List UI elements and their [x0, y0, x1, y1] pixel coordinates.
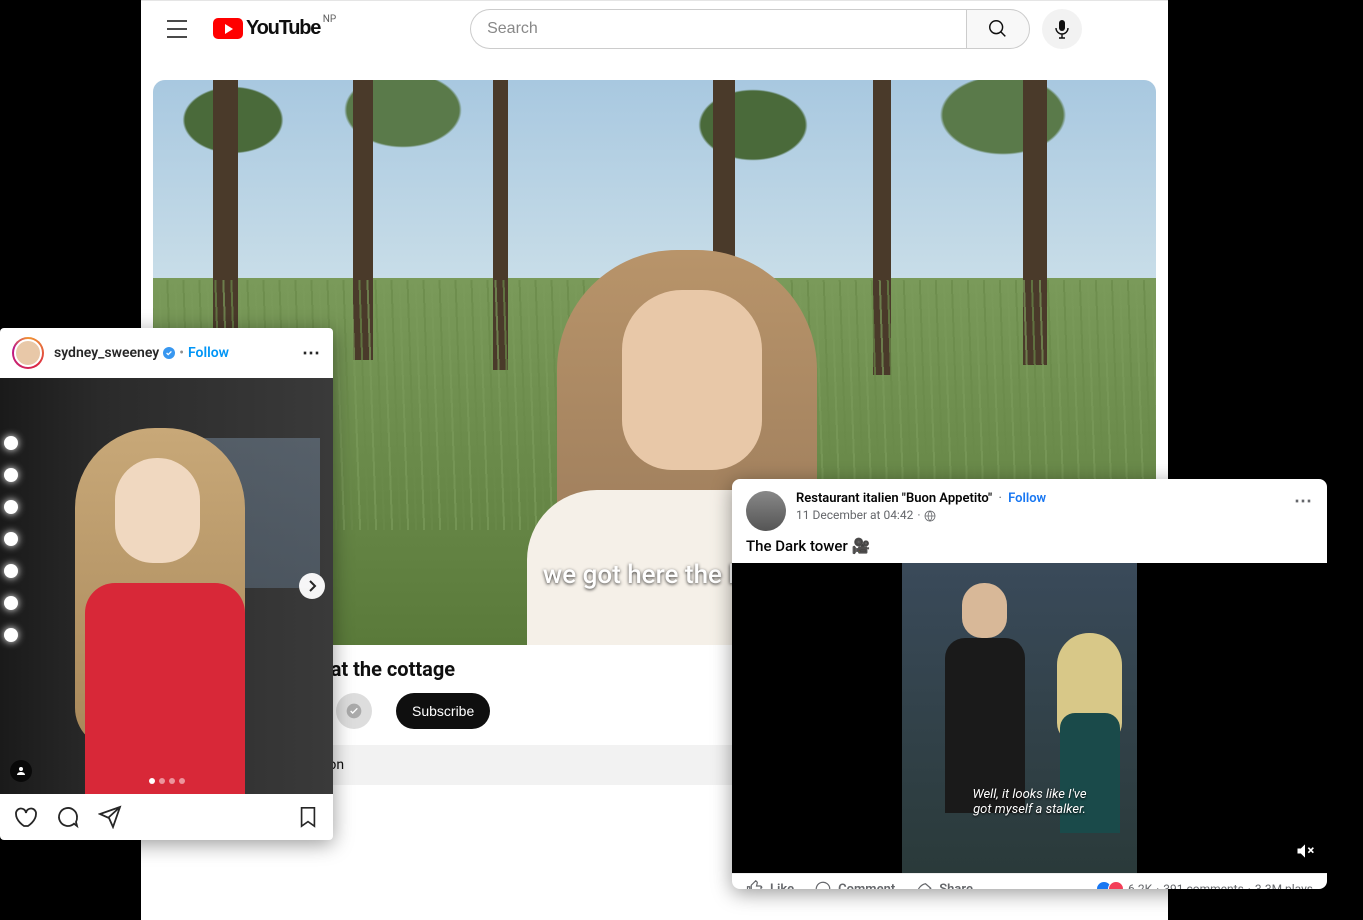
search-bar — [470, 9, 1030, 49]
facebook-header: Restaurant italien "Buon Appetito" · Fol… — [732, 479, 1327, 537]
instagram-image[interactable] — [0, 378, 333, 794]
video-frame — [902, 563, 1137, 873]
comment-label: Comment — [838, 882, 895, 890]
facebook-timestamp-row: 11 December at 04:42 · — [796, 508, 1046, 524]
facebook-action-bar: Like Comment Share 6.2K · 391 comments ·… — [732, 873, 1327, 889]
separator-dot: · — [998, 491, 1001, 506]
facebook-share-button[interactable]: Share — [915, 880, 973, 889]
tagged-people-button[interactable] — [10, 760, 32, 782]
facebook-timestamp[interactable]: 11 December at 04:42 — [796, 508, 913, 524]
comment-icon — [814, 880, 832, 889]
search-button[interactable] — [966, 9, 1030, 49]
facebook-video-player[interactable]: Well, it looks like I've got myself a st… — [732, 563, 1327, 873]
instagram-action-row — [0, 794, 333, 840]
person-icon — [15, 765, 27, 777]
chevron-right-icon — [307, 580, 317, 592]
verified-badge-icon — [163, 347, 175, 359]
hamburger-menu-button[interactable] — [157, 9, 197, 49]
separator-dot: · — [1156, 882, 1159, 889]
youtube-play-icon — [213, 18, 243, 39]
speaker-muted-icon — [1295, 841, 1315, 861]
subscribe-button[interactable]: Subscribe — [396, 693, 490, 729]
globe-icon — [924, 510, 936, 522]
facebook-stats: 6.2K · 391 comments · 3.3M plays — [1100, 881, 1313, 889]
facebook-more-button[interactable]: ⋯ — [1294, 491, 1313, 512]
instagram-avatar[interactable] — [12, 337, 44, 369]
instagram-post: sydney_sweeney • Follow ⋯ — [0, 328, 333, 840]
channel-verified-badge[interactable] — [336, 693, 372, 729]
comment-count[interactable]: 391 comments — [1163, 882, 1244, 889]
separator-dot: · — [917, 508, 920, 524]
comment-icon[interactable] — [56, 805, 80, 829]
reaction-count[interactable]: 6.2K — [1128, 882, 1152, 889]
youtube-logo[interactable]: YouTube NP — [213, 17, 320, 40]
voice-search-button[interactable] — [1042, 9, 1082, 49]
share-label: Share — [939, 882, 973, 890]
video-subtitle: Well, it looks like I've got myself a st… — [972, 787, 1086, 818]
share-icon[interactable] — [98, 805, 122, 829]
reaction-icons[interactable] — [1100, 881, 1124, 889]
instagram-more-button[interactable]: ⋯ — [302, 343, 321, 364]
instagram-header: sydney_sweeney • Follow ⋯ — [0, 328, 333, 378]
region-code: NP — [323, 14, 336, 25]
separator-dot: • — [179, 345, 184, 361]
thumbs-up-icon — [746, 880, 764, 889]
bookmark-icon[interactable] — [297, 805, 319, 829]
separator-dot: · — [1248, 882, 1251, 889]
carousel-next-button[interactable] — [299, 573, 325, 599]
share-icon — [915, 880, 933, 889]
heart-icon[interactable] — [14, 805, 38, 829]
hamburger-icon — [166, 20, 188, 38]
play-count: 3.3M plays — [1255, 882, 1313, 889]
search-input[interactable] — [470, 9, 966, 49]
search-icon — [987, 18, 1009, 40]
facebook-post: Restaurant italien "Buon Appetito" · Fol… — [732, 479, 1327, 889]
microphone-icon — [1054, 19, 1070, 39]
instagram-follow-link[interactable]: Follow — [188, 345, 229, 361]
facebook-page-name[interactable]: Restaurant italien "Buon Appetito" — [796, 491, 992, 506]
verified-icon — [346, 703, 362, 719]
facebook-comment-button[interactable]: Comment — [814, 880, 895, 889]
facebook-follow-link[interactable]: Follow — [1008, 491, 1046, 506]
facebook-like-button[interactable]: Like — [746, 880, 794, 889]
like-label: Like — [770, 882, 794, 890]
youtube-header: YouTube NP — [141, 0, 1168, 56]
mute-button[interactable] — [1295, 841, 1315, 861]
facebook-post-text: The Dark tower 🎥 — [732, 537, 1327, 563]
search-container — [400, 9, 1152, 49]
youtube-wordmark: YouTube — [246, 17, 320, 40]
carousel-indicator — [149, 778, 185, 784]
instagram-username[interactable]: sydney_sweeney — [54, 345, 159, 361]
facebook-page-avatar[interactable] — [746, 491, 786, 531]
